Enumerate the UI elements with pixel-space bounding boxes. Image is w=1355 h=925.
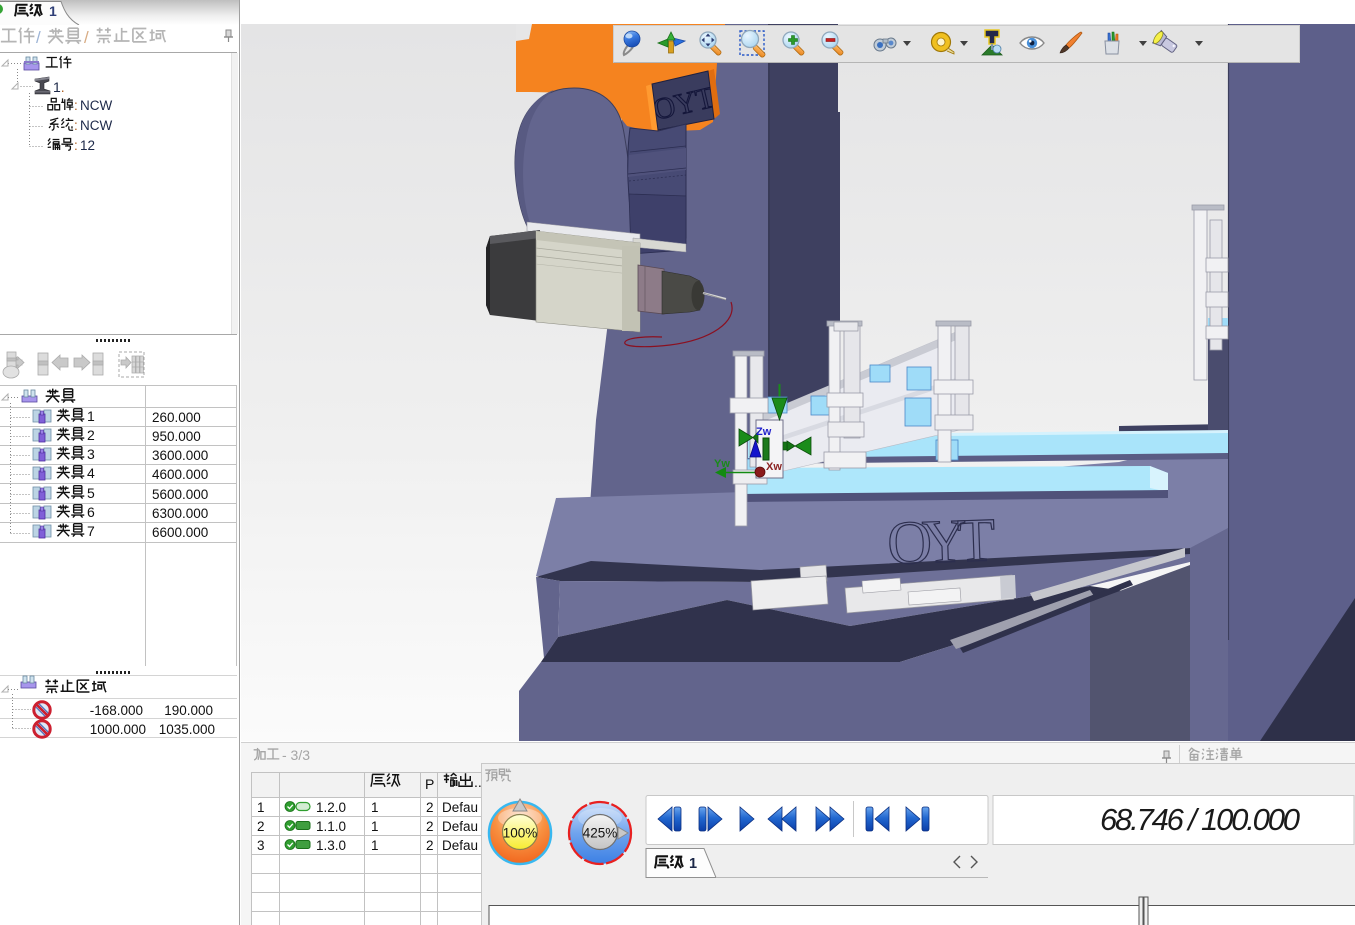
svg-text:260.000: 260.000 — [152, 410, 201, 425]
svg-text:6300.000: 6300.000 — [152, 506, 208, 521]
svg-text:6600.000: 6600.000 — [152, 525, 208, 540]
svg-text:1: 1 — [371, 838, 379, 853]
svg-text:2: 2 — [426, 838, 434, 853]
svg-text:3: 3 — [257, 838, 265, 853]
svg-text:1035.000: 1035.000 — [159, 722, 215, 737]
svg-text:2: 2 — [257, 819, 265, 834]
svg-text:Defau: Defau — [442, 819, 478, 834]
svg-text:OYT: OYT — [886, 506, 996, 578]
svg-text:1: 1 — [371, 819, 379, 834]
svg-text:P: P — [425, 776, 434, 792]
svg-text:1: 1 — [257, 800, 265, 815]
svg-text:2: 2 — [426, 800, 434, 815]
svg-text:1.1.0: 1.1.0 — [316, 819, 346, 834]
svg-text:1: 1 — [49, 3, 57, 19]
svg-text:-168.000: -168.000 — [90, 703, 143, 718]
svg-text:950.000: 950.000 — [152, 429, 201, 444]
svg-text:4600.000: 4600.000 — [152, 467, 208, 482]
svg-text:Defau: Defau — [442, 800, 478, 815]
svg-text:1000.000: 1000.000 — [90, 722, 146, 737]
svg-text:1.2.0: 1.2.0 — [316, 800, 346, 815]
svg-text:Yw: Yw — [714, 458, 730, 470]
svg-text:68.746 / 100.000: 68.746 / 100.000 — [1100, 802, 1300, 837]
svg-text:Defau: Defau — [442, 838, 478, 853]
svg-text:1.3.0: 1.3.0 — [316, 838, 346, 853]
svg-text:2: 2 — [426, 819, 434, 834]
svg-text:Xw: Xw — [766, 461, 782, 473]
svg-text:3600.000: 3600.000 — [152, 448, 208, 463]
svg-text:425%: 425% — [583, 826, 618, 841]
svg-text:100%: 100% — [503, 826, 538, 841]
svg-text:Zw: Zw — [756, 426, 772, 438]
svg-text:190.000: 190.000 — [164, 703, 213, 718]
svg-text:1: 1 — [371, 800, 379, 815]
svg-text:5600.000: 5600.000 — [152, 487, 208, 502]
